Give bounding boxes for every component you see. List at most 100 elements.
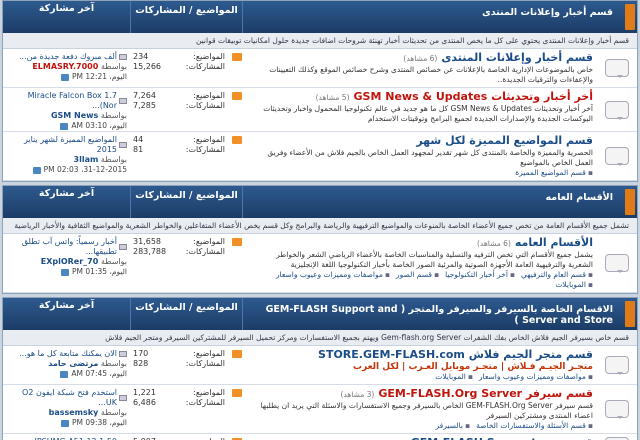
- rss-icon[interactable]: [232, 389, 242, 397]
- last-post-title[interactable]: Miracle Falcon Box 1.7 (Nor...: [7, 91, 117, 111]
- go-to-last-post-icon[interactable]: [61, 268, 70, 276]
- category-header: قسم أخبار وإعلانات المنتدى المواضيع / الم…: [3, 1, 637, 33]
- last-post-author[interactable]: مرتضى حامد: [48, 359, 98, 368]
- rss-icon[interactable]: [232, 350, 242, 358]
- posts-label: المشاركات:: [185, 398, 225, 407]
- last-post-author[interactable]: EXplORer_70: [41, 257, 99, 266]
- forum-status-cell: [597, 88, 637, 131]
- forum-title-link[interactable]: قسم أخبار وإعلانات المنتدى: [441, 51, 593, 64]
- forum-title-link[interactable]: قسم سيرفر GEM-FLASH.Org Server: [378, 387, 593, 400]
- go-to-last-post-icon[interactable]: [61, 73, 70, 81]
- category-title[interactable]: قسم أخبار وإعلانات المنتدى: [243, 1, 623, 33]
- rss-cell: [227, 234, 247, 292]
- last-post-author[interactable]: ELMASRY.7000: [32, 62, 98, 71]
- forum-title-link[interactable]: أخر أخبار وتحديثات GSM News & Updates: [354, 90, 593, 103]
- forum-row: قسم المواضيع المميزة لكل شهر الحصرية والم…: [3, 132, 637, 181]
- topics-label: المواضيع:: [193, 237, 225, 246]
- posts-label: المشاركات:: [185, 359, 225, 368]
- column-header-last-post: آخر مشاركة: [3, 1, 131, 33]
- rss-icon[interactable]: [232, 136, 242, 144]
- rss-icon[interactable]: [232, 53, 242, 61]
- forum-info: قسم دعم GEM-FLASH Support: [247, 434, 597, 440]
- subforum-link[interactable]: آخر أخبار التكنولوجيا: [445, 270, 515, 280]
- forum-description: قسم سيرفر GEM-FLASH.Org Server الخاص بال…: [260, 401, 593, 420]
- go-to-last-post-icon[interactable]: [60, 370, 69, 378]
- last-post-title[interactable]: الان يمكنك متابعة كل ما هو...: [19, 349, 117, 359]
- forum-info: قسم المواضيع المميزة لكل شهر الحصرية والم…: [247, 132, 597, 180]
- forum-title-link[interactable]: قسم دعم GEM-FLASH Support: [411, 436, 593, 440]
- subforum-link[interactable]: قسم الأسئلة والاستفسارات الخاصة: [476, 421, 593, 431]
- forum-status-icon: [605, 59, 629, 78]
- forum-title-link[interactable]: الأقسام العامه: [515, 236, 593, 249]
- column-header-last-post: آخر مشاركة: [3, 186, 131, 218]
- category-description: قسم خاص بسيرفر الجيم فلاش الخاص بفك الشف…: [3, 330, 637, 346]
- viewer-count: (6 مشاهد): [476, 239, 511, 248]
- forum-info: قسم سيرفر GEM-FLASH.Org Server(3 مشاهد) ق…: [247, 385, 597, 433]
- last-post-time: اليوم، 03:10 AM: [71, 121, 127, 130]
- topics-count: 31,658: [133, 237, 161, 246]
- forum-title-link[interactable]: قسم المواضيع المميزة لكل شهر: [416, 134, 593, 147]
- go-to-last-post-icon[interactable]: [61, 419, 70, 427]
- forum-description: يشمل جميع الأقسام التي تخص الترفيه والتس…: [276, 250, 593, 269]
- column-header-last-post: آخر مشاركة: [3, 298, 131, 330]
- topics-count: 44: [133, 135, 144, 144]
- forum-status-cell: [597, 234, 637, 292]
- category-description: قسم أخبار وإعلانات المنتدى يحتوي على كل …: [3, 33, 637, 49]
- last-post-author-line: بواسطة 3llam: [7, 155, 127, 165]
- go-to-last-post-icon[interactable]: [32, 166, 41, 174]
- rss-icon[interactable]: [232, 92, 242, 100]
- go-to-last-post-icon[interactable]: [60, 122, 69, 130]
- forum-info: الأقسام العامه (6 مشاهد) يشمل جميع الأقسام…: [247, 234, 597, 292]
- last-post-title[interactable]: استخدم فتح شبكة ايفون O2 UK...: [7, 388, 117, 408]
- rss-icon[interactable]: [232, 238, 242, 246]
- posts-count: 15,266: [133, 62, 161, 71]
- subforum-link[interactable]: مواصفات ومميزات وعيوب واسعار: [479, 372, 593, 382]
- last-post-author-line: بواسطة مرتضى حامد: [7, 359, 127, 369]
- last-post-title[interactable]: ألف مبروك دفعة جديدة من...: [19, 52, 117, 62]
- category-title[interactable]: الاقسام الخاصة بالسيرفر والسيرفر والمتجر…: [243, 298, 623, 330]
- last-post-time-line: 31-12-2015، 02:03 PM: [7, 165, 127, 175]
- last-post-author[interactable]: bassemsky: [49, 408, 99, 417]
- posts-count-line: المشاركات: 81: [133, 145, 225, 155]
- subforum-link[interactable]: الموبايلات: [555, 280, 593, 290]
- subforum-link[interactable]: قسم المواضيع المميزة: [515, 168, 593, 178]
- posts-count: 7,285: [133, 101, 156, 110]
- forum-row: قسم دعم GEM-FLASH Support المواضيع:5,007ا…: [3, 434, 637, 440]
- last-post-title-line: Miracle Falcon Box 1.7 (Nor...: [7, 91, 127, 111]
- subforum-link[interactable]: مواصفات ومميزات وعيوب واسعار: [276, 270, 390, 280]
- subforum-link[interactable]: قسم الصور: [396, 270, 439, 280]
- category-header: الأقسام العامه المواضيع / المشاركات آخر مش…: [3, 186, 637, 218]
- last-post-title[interactable]: المواضيع المميزة لشهر يناير 2015: [7, 135, 117, 155]
- forum-board: قسم أخبار وإعلانات المنتدى المواضيع / الم…: [0, 0, 640, 440]
- last-post: المواضيع المميزة لشهر يناير 2015 بواسطة 3…: [3, 132, 131, 180]
- last-post-author[interactable]: GSM News: [51, 111, 98, 120]
- rss-cell: [227, 88, 247, 131]
- posts-count: 283,788: [133, 247, 167, 256]
- last-post-author-line: بواسطة EXplORer_70: [7, 257, 127, 267]
- collapse-toggle[interactable]: [625, 301, 635, 327]
- thread-icon: [119, 142, 127, 148]
- subforum-link[interactable]: الموبايلات: [435, 372, 473, 382]
- last-post-title[interactable]: أخبار رسمياً: واتس آب تطلق تطبيقها...: [7, 237, 117, 257]
- forum-info: قسم أخبار وإعلانات المنتدى(6 مشاهد) خاص ب…: [247, 49, 597, 87]
- last-post-author-line: بواسطة ELMASRY.7000: [7, 62, 127, 72]
- rss-cell: [227, 49, 247, 87]
- collapse-toggle[interactable]: [625, 189, 635, 215]
- by-label: بواسطة: [100, 408, 127, 417]
- last-post: أخبار رسمياً: واتس آب تطلق تطبيقها... بوا…: [3, 234, 131, 292]
- forum-title-link[interactable]: قسم متجر الجيم فلاش STORE.GEM-FLASH.com: [318, 348, 593, 361]
- last-post-title-line: ألف مبروك دفعة جديدة من...: [7, 52, 127, 62]
- subforum-link[interactable]: بالسيرفر: [436, 421, 471, 431]
- subforum-link[interactable]: قسم العام والترفيهي: [521, 270, 593, 280]
- category-title[interactable]: الأقسام العامه: [243, 186, 623, 218]
- thread-icon: [119, 395, 127, 401]
- subforum-list: قسم الأسئلة والاستفسارات الخاصة بالسيرفر: [249, 421, 593, 431]
- topics-count: 170: [133, 349, 149, 358]
- forum-status-cell: [597, 49, 637, 87]
- forum-stats: المواضيع:5,007المشاركات:: [131, 434, 227, 440]
- last-post-author[interactable]: 3llam: [74, 155, 99, 164]
- last-post-author-line: بواسطة GSM News: [7, 111, 127, 121]
- posts-count-line: المشاركات: 7,285: [133, 101, 225, 111]
- collapse-toggle[interactable]: [625, 4, 635, 30]
- forum-status-icon: [605, 254, 629, 273]
